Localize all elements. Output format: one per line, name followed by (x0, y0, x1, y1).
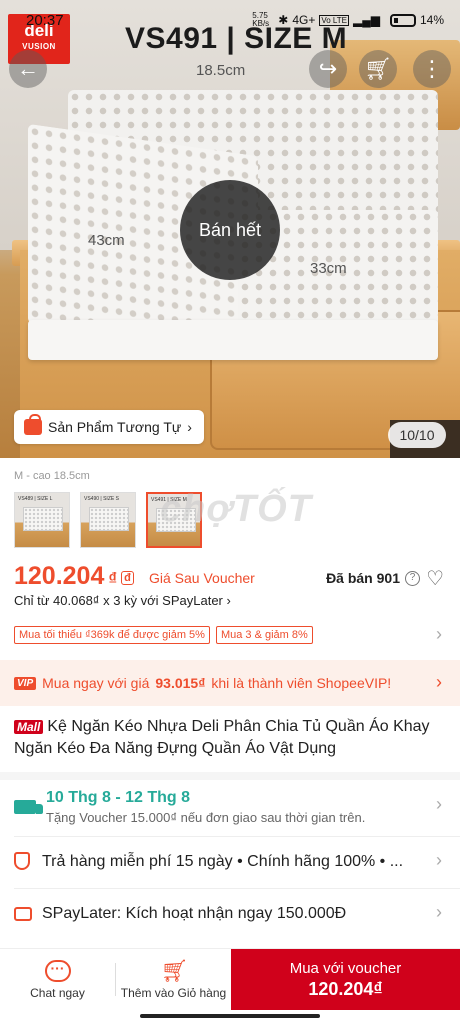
shopping-bag-icon (24, 414, 42, 435)
variant-thumb[interactable]: VS489 | SIZE L (14, 492, 70, 548)
shipping-voucher-note: Tặng Voucher 15.000₫ nếu đơn giao sau th… (46, 810, 366, 825)
chevron-right-icon[interactable]: › (436, 902, 442, 923)
buy-price: 120.204₫ (308, 978, 383, 999)
voucher-tag[interactable]: Mua 3 & giảm 8% (215, 626, 313, 644)
bluetooth-icon: ✱ (278, 13, 289, 27)
bottom-action-bar: Chat ngay 🛒︎ Thêm vào Giỏ hàng Mua với v… (0, 948, 460, 1010)
buy-label: Mua với voucher (289, 959, 402, 977)
variant-label: M - cao 18.5cm (14, 470, 90, 482)
voucher-tag[interactable]: Mua tối thiểu ₫369k để được giảm 5% (14, 626, 210, 644)
cart-icon: 🛒︎ (364, 56, 392, 81)
vip-text-after: khi là thành viên ShopeeVIP! (211, 675, 392, 691)
card-icon (14, 904, 34, 924)
spaylater-row-text: SPayLater: Kích hoạt nhận ngay 150.000Đ (42, 905, 347, 922)
section-divider (0, 772, 460, 780)
chat-now-label: Chat ngay (30, 985, 85, 1000)
shipping-dates: 10 Thg 8 - 12 Thg 8 (46, 789, 191, 806)
variant-thumb-image (23, 507, 63, 531)
share-button[interactable]: ↪ (309, 50, 347, 88)
status-icons: 5.75 KB/s ✱ 4G+ Vo LTE ▂▄▆ 14% (252, 12, 444, 28)
cart-plus-icon: 🛒︎ (160, 957, 189, 983)
chevron-right-icon[interactable]: › (436, 794, 442, 815)
price: 120.204 ₫ đ (14, 562, 134, 591)
product-title: Mall Kệ Ngăn Kéo Nhựa Deli Phân Chia Tủ Q… (14, 716, 446, 760)
image-pager: 10/10 (388, 422, 446, 448)
signal-label: 4G+ (292, 13, 316, 27)
sold-out-badge: Bán hết (180, 180, 280, 280)
variant-thumb-label: VS489 | SIZE L (18, 496, 53, 502)
sold-count: Đã bán 901 (326, 570, 400, 586)
spaylater-installment[interactable]: Chỉ từ 40.068₫ x 3 kỳ với SPayLater › (14, 593, 231, 608)
heart-icon[interactable]: ♡ (426, 566, 444, 591)
chevron-right-icon[interactable]: › (436, 672, 442, 693)
watermark: chợTỐT (160, 488, 312, 530)
mall-badge: Mall (14, 720, 44, 734)
chevron-right-icon[interactable]: › (436, 850, 442, 871)
variant-thumb-label: VS490 | SIZE S (84, 496, 119, 502)
shopeevip-banner[interactable]: VIP Mua ngay với giá 93.015₫ khi là thàn… (0, 660, 460, 706)
price-tag-icon: đ (121, 571, 134, 585)
vip-price: 93.015₫ (155, 675, 206, 691)
price-currency: ₫ (108, 569, 118, 588)
shield-icon (14, 852, 34, 872)
share-icon: ↪ (318, 56, 338, 81)
more-button[interactable]: ⋮ (413, 50, 451, 88)
chevron-right-icon: › (187, 419, 192, 435)
back-button[interactable]: ← (9, 50, 47, 88)
chevron-right-icon[interactable]: › (436, 624, 442, 645)
truck-icon (14, 797, 43, 817)
status-time: 20:37 (26, 12, 64, 29)
price-amount: 120.204 (14, 562, 105, 590)
shipping-row[interactable]: 10 Thg 8 - 12 Thg 8 Tặng Voucher 15.000₫… (0, 786, 460, 828)
voucher-list[interactable]: Mua tối thiểu ₫369k để được giảm 5% Mua … (14, 626, 313, 644)
row-divider (14, 836, 460, 837)
home-indicator[interactable] (140, 1014, 320, 1018)
status-bar: 20:37 5.75 KB/s ✱ 4G+ Vo LTE ▂▄▆ 14% (0, 10, 460, 32)
buy-with-voucher-button[interactable]: Mua với voucher 120.204₫ (231, 949, 460, 1010)
cart-button[interactable]: 🛒︎ (359, 50, 397, 88)
spaylater-installment-text: Chỉ từ 40.068₫ x 3 kỳ với SPayLater (14, 593, 223, 608)
brand-logo-subtext: VUSION (22, 42, 56, 51)
spaylater-row[interactable]: SPayLater: Kích hoạt nhận ngay 150.000Đ (0, 900, 460, 928)
dimension-width: 33cm (310, 260, 347, 277)
product-title-text: Kệ Ngăn Kéo Nhựa Deli Phân Chia Tủ Quần … (14, 718, 430, 757)
chat-now-button[interactable]: Chat ngay (0, 949, 115, 1010)
more-vertical-icon: ⋮ (421, 56, 443, 81)
guarantee-text: Trả hàng miễn phí 15 ngày • Chính hãng 1… (42, 853, 404, 870)
chevron-right-icon: › (226, 593, 231, 608)
arrow-left-icon: ← (17, 56, 39, 81)
add-to-cart-label: Thêm vào Giỏ hàng (120, 985, 227, 1000)
guarantee-row[interactable]: Trả hàng miễn phí 15 ngày • Chính hãng 1… (0, 848, 460, 876)
dimension-length: 43cm (88, 232, 125, 249)
row-divider (14, 888, 460, 889)
vip-badge: VIP (14, 676, 37, 690)
variant-thumb-image (89, 507, 129, 531)
price-note: Giá Sau Voucher (149, 570, 255, 586)
add-to-cart-button[interactable]: 🛒︎ Thêm vào Giỏ hàng (116, 949, 231, 1010)
signal-bars-icon: ▂▄▆ (353, 13, 380, 27)
vip-text-before: Mua ngay với giá (42, 675, 150, 691)
battery-level: 14% (419, 13, 444, 27)
variant-thumb[interactable]: VS490 | SIZE S (80, 492, 136, 548)
battery-icon (389, 13, 416, 27)
chat-icon (44, 959, 71, 982)
similar-products-button[interactable]: Sản Phẩm Tương Tự › (14, 410, 204, 444)
help-icon[interactable]: ? (405, 571, 420, 586)
volte-label: Vo LTE (319, 14, 349, 26)
dimension-height: 18.5cm (196, 62, 246, 79)
similar-products-label: Sản Phẩm Tương Tự (48, 419, 182, 435)
network-speed: 5.75 KB/s (252, 11, 270, 28)
basket-base (28, 320, 438, 360)
